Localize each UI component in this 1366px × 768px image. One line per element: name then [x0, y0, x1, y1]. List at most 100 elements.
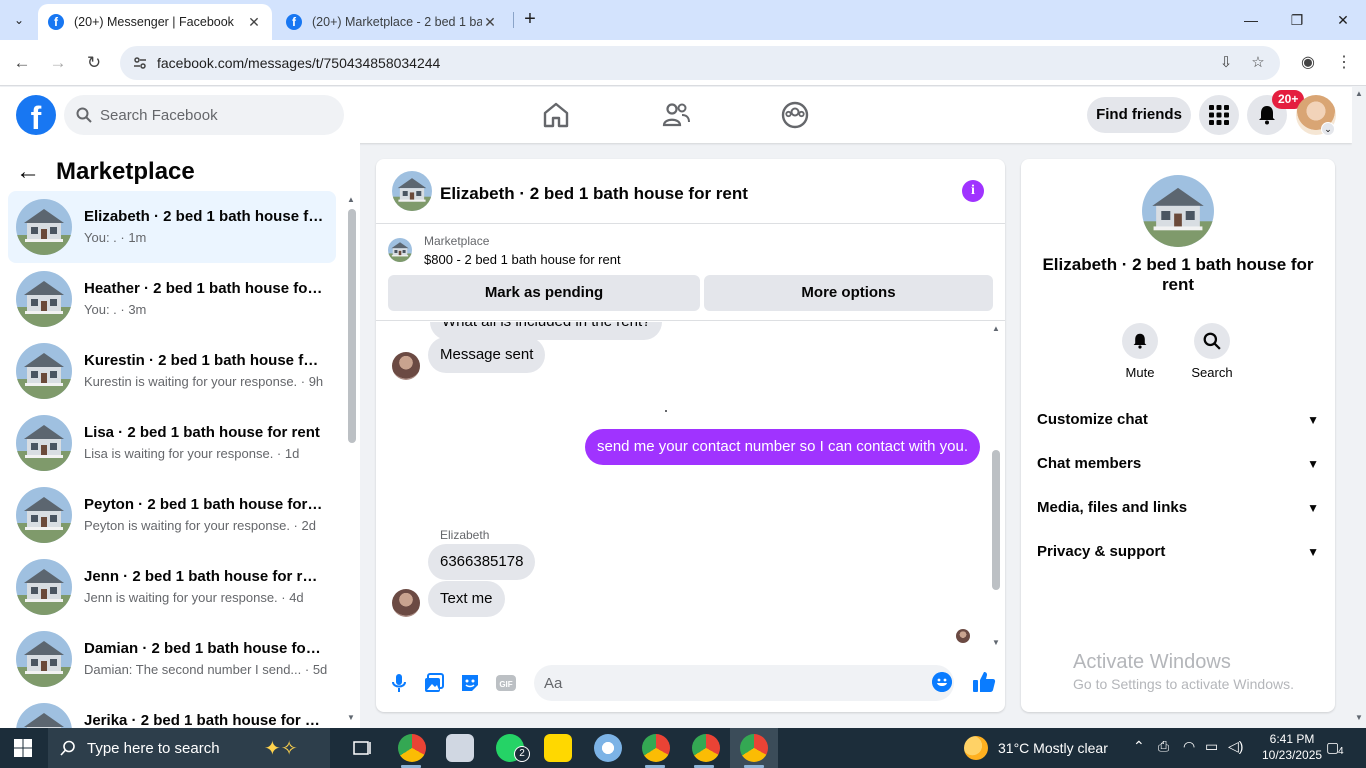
show-hidden-icons-icon[interactable]: ⌃	[1133, 738, 1145, 755]
new-tab-button[interactable]: +	[518, 8, 542, 32]
section-label: Chat members	[1037, 455, 1142, 472]
chrome-icon[interactable]	[692, 734, 720, 762]
microphone-icon[interactable]	[388, 672, 410, 694]
task-view-icon[interactable]	[348, 734, 376, 762]
tab-close-icon[interactable]: ✕	[246, 14, 262, 31]
scrollbar-thumb[interactable]	[348, 209, 356, 443]
message-input[interactable]	[544, 665, 914, 701]
clock-time: 6:41 PM	[1269, 732, 1315, 746]
listing-thumbnail	[16, 199, 72, 255]
photo-icon[interactable]	[423, 672, 445, 694]
site-settings-icon[interactable]	[132, 55, 148, 71]
browser-menu-icon[interactable]: ⋮	[1332, 51, 1356, 75]
taskbar-search[interactable]: Type here to search ✦✧	[48, 728, 330, 768]
scroll-up-icon[interactable]: ▲	[1352, 89, 1366, 98]
find-friends-button[interactable]: Find friends	[1087, 97, 1191, 133]
conversation-item[interactable]: Elizabeth · 2 bed 1 bath house for rent …	[8, 191, 336, 263]
wifi-icon[interactable]: ◠	[1183, 738, 1195, 755]
mute-action[interactable]: Mute	[1110, 323, 1170, 380]
mark-as-pending-button[interactable]: Mark as pending	[388, 275, 700, 311]
chrome-profile-icon[interactable]	[398, 734, 426, 762]
address-bar[interactable]: facebook.com/messages/t/750434858034244 …	[120, 46, 1280, 80]
page-scrollbar[interactable]: ▲ ▼	[1352, 87, 1366, 728]
scroll-up-icon[interactable]: ▲	[346, 195, 356, 204]
chrome-icon[interactable]	[642, 734, 670, 762]
close-window-button[interactable]: ✕	[1328, 8, 1358, 32]
chat-members-section[interactable]: Chat members ▼	[1037, 452, 1319, 476]
gif-icon[interactable]: GIF	[495, 672, 517, 694]
tab-search-chevron-icon[interactable]: ⌄	[6, 8, 32, 32]
info-icon[interactable]: i	[962, 180, 984, 202]
menu-grid-button[interactable]	[1199, 95, 1239, 135]
weather-moon-icon[interactable]	[964, 736, 988, 760]
search-action[interactable]: Search	[1182, 323, 1242, 380]
facebook-search[interactable]	[64, 95, 344, 135]
reload-button[interactable]: ↻	[81, 50, 107, 76]
battery-icon[interactable]: ▭	[1205, 738, 1218, 755]
search-input[interactable]	[100, 95, 330, 135]
conversation-preview: You: . · 3m	[84, 302, 147, 317]
scroll-down-icon[interactable]: ▼	[346, 713, 356, 722]
conversation-item[interactable]: Jerika · 2 bed 1 bath house for rent	[8, 695, 336, 728]
message-divider	[665, 410, 667, 412]
customize-chat-section[interactable]: Customize chat ▼	[1037, 408, 1319, 432]
tab-close-icon[interactable]: ✕	[482, 14, 498, 31]
home-icon[interactable]	[540, 99, 572, 131]
conversation-item[interactable]: Kurestin · 2 bed 1 bath house for rent K…	[8, 335, 336, 407]
conversation-item[interactable]: Heather · 2 bed 1 bath house for rent Yo…	[8, 263, 336, 335]
conversation-item[interactable]: Damian · 2 bed 1 bath house for rent Dam…	[8, 623, 336, 695]
meet-now-icon[interactable]: ⎙	[1158, 738, 1169, 755]
snipping-tool-icon[interactable]	[594, 734, 622, 762]
activate-windows-title: Activate Windows	[1073, 651, 1231, 673]
listing-price[interactable]: $800 - 2 bed 1 bath house for rent	[424, 252, 621, 267]
mute-button[interactable]	[1122, 323, 1158, 359]
minimize-button[interactable]: —	[1236, 8, 1266, 32]
control-panel-icon[interactable]	[446, 734, 474, 762]
chrome-icon[interactable]	[740, 734, 768, 762]
media-files-links-section[interactable]: Media, files and links ▼	[1037, 496, 1319, 520]
chevron-down-icon: ▼	[1307, 457, 1319, 471]
bookmark-star-icon[interactable]: ☆	[1248, 53, 1268, 73]
chat-title[interactable]: Elizabeth · 2 bed 1 bath house for rent	[440, 184, 748, 204]
conversation-item[interactable]: Jenn · 2 bed 1 bath house for rent Jenn …	[8, 551, 336, 623]
system-clock[interactable]: 6:41 PM 10/23/2025	[1262, 731, 1322, 763]
restore-button[interactable]: ❐	[1282, 8, 1312, 32]
volume-icon[interactable]: ◁)	[1228, 738, 1243, 755]
tab-marketplace[interactable]: f (20+) Marketplace - 2 bed 1 bat ✕	[276, 4, 508, 40]
emoji-icon[interactable]	[932, 672, 952, 692]
facebook-logo-icon[interactable]: f	[16, 95, 56, 135]
account-chevron-icon[interactable]: ⌄	[1321, 122, 1335, 136]
privacy-support-section[interactable]: Privacy & support ▼	[1037, 540, 1319, 564]
groups-icon[interactable]	[779, 99, 811, 131]
sticker-icon[interactable]	[459, 672, 481, 694]
back-arrow-icon[interactable]: ←	[16, 158, 46, 186]
search-button[interactable]	[1194, 323, 1230, 359]
windows-start-icon[interactable]	[14, 739, 32, 757]
marketplace-sidebar: ← Marketplace Elizabeth · 2 bed 1 bath h…	[0, 143, 360, 728]
sidebar-scrollbar[interactable]: ▲ ▼	[346, 195, 356, 723]
conversation-title: Kurestin · 2 bed 1 bath house for rent	[84, 352, 324, 369]
listing-thumbnail[interactable]	[392, 171, 432, 211]
back-button[interactable]: ←	[9, 50, 35, 76]
listing-thumbnail	[16, 271, 72, 327]
scrollbar-thumb[interactable]	[992, 450, 1000, 590]
conversation-item[interactable]: Lisa · 2 bed 1 bath house for rent Lisa …	[8, 407, 336, 479]
listing-thumbnail	[16, 415, 72, 471]
activate-windows-subtitle: Go to Settings to activate Windows.	[1073, 676, 1294, 692]
sticky-notes-icon[interactable]	[544, 734, 572, 762]
tab-messenger[interactable]: f (20+) Messenger | Facebook ✕	[38, 4, 272, 40]
friends-icon[interactable]	[660, 99, 692, 131]
profile-icon[interactable]: ◉	[1296, 51, 1320, 75]
scroll-down-icon[interactable]: ▼	[1352, 713, 1366, 722]
conversation-item[interactable]: Peyton · 2 bed 1 bath house for rent Pey…	[8, 479, 336, 551]
scroll-down-icon[interactable]: ▼	[990, 638, 1002, 647]
install-app-icon[interactable]: ⇩	[1216, 53, 1236, 73]
more-options-button[interactable]: More options	[704, 275, 993, 311]
forward-button[interactable]: →	[45, 50, 71, 76]
thumbs-up-icon[interactable]	[972, 670, 996, 694]
weather-text[interactable]: 31°C Mostly clear	[998, 740, 1108, 756]
tab-title: (20+) Messenger | Facebook	[74, 15, 234, 29]
chat-info-panel: Elizabeth · 2 bed 1 bath house for rent …	[1021, 159, 1335, 712]
scroll-up-icon[interactable]: ▲	[990, 324, 1002, 333]
chat-scrollbar[interactable]: ▲ ▼	[990, 322, 1002, 652]
